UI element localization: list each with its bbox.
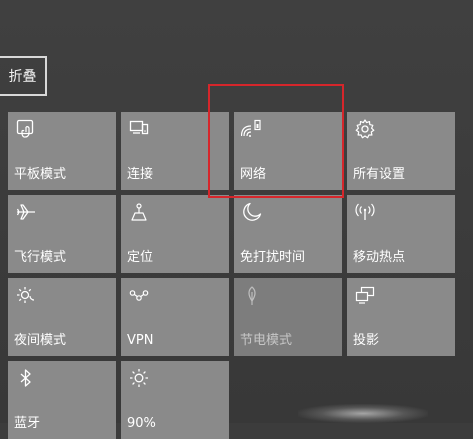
bluetooth-icon xyxy=(20,369,31,387)
image-artifact xyxy=(298,404,428,423)
tile-project[interactable]: 投影 xyxy=(347,278,455,356)
tile-airplane-mode[interactable]: 飞行模式 xyxy=(8,195,116,273)
tile-quiet-hours[interactable]: 免打扰时间 xyxy=(234,195,342,273)
tile-mobile-hotspot[interactable]: 移动热点 xyxy=(347,195,455,273)
tile-label: 网络 xyxy=(240,167,267,182)
hotspot-icon xyxy=(355,203,375,220)
vpn-icon xyxy=(129,290,149,301)
gear-icon xyxy=(355,119,375,139)
tile-vpn[interactable]: VPN xyxy=(121,278,229,356)
tile-all-settings[interactable]: 所有设置 xyxy=(347,112,455,190)
project-icon xyxy=(355,286,375,304)
tile-label: 连接 xyxy=(127,167,154,182)
tile-label: 投影 xyxy=(353,333,380,348)
tile-label: 移动热点 xyxy=(353,250,406,265)
night-light-icon xyxy=(17,287,35,303)
tile-label: 90% xyxy=(127,416,156,431)
tile-connect[interactable]: 连接 xyxy=(121,112,229,190)
tile-tablet-mode[interactable]: 平板模式 xyxy=(8,112,116,190)
connect-icon xyxy=(129,120,149,135)
tile-label: 平板模式 xyxy=(14,167,67,182)
collapse-label: 折叠 xyxy=(8,69,37,85)
tile-bluetooth[interactable]: 蓝牙 xyxy=(8,361,116,439)
moon-icon xyxy=(243,202,262,221)
action-center-panel: 折叠 平板模式 连接 网络 所有设置 飞行模式 定位 免打扰时间 移动热点 夜间… xyxy=(0,0,473,439)
battery-saver-icon xyxy=(248,286,256,305)
collapse-button[interactable]: 折叠 xyxy=(0,56,47,96)
tile-battery-saver[interactable]: 节电模式 xyxy=(234,278,342,356)
tile-label: 定位 xyxy=(127,250,154,265)
tile-label: VPN xyxy=(127,333,154,348)
tile-label: 所有设置 xyxy=(353,167,406,182)
network-icon xyxy=(241,119,261,137)
tile-location[interactable]: 定位 xyxy=(121,195,229,273)
tile-label: 夜间模式 xyxy=(14,333,67,348)
tile-label: 免打扰时间 xyxy=(240,250,306,265)
tablet-mode-icon xyxy=(16,119,34,138)
airplane-icon xyxy=(16,204,35,220)
tile-label: 蓝牙 xyxy=(14,416,41,431)
tile-brightness[interactable]: 90% xyxy=(121,361,229,439)
tile-label: 飞行模式 xyxy=(14,250,67,265)
tile-label: 节电模式 xyxy=(240,333,293,348)
tile-network[interactable]: 网络 xyxy=(234,112,342,190)
brightness-icon xyxy=(130,369,148,387)
tile-night-light[interactable]: 夜间模式 xyxy=(8,278,116,356)
location-icon xyxy=(131,203,147,221)
